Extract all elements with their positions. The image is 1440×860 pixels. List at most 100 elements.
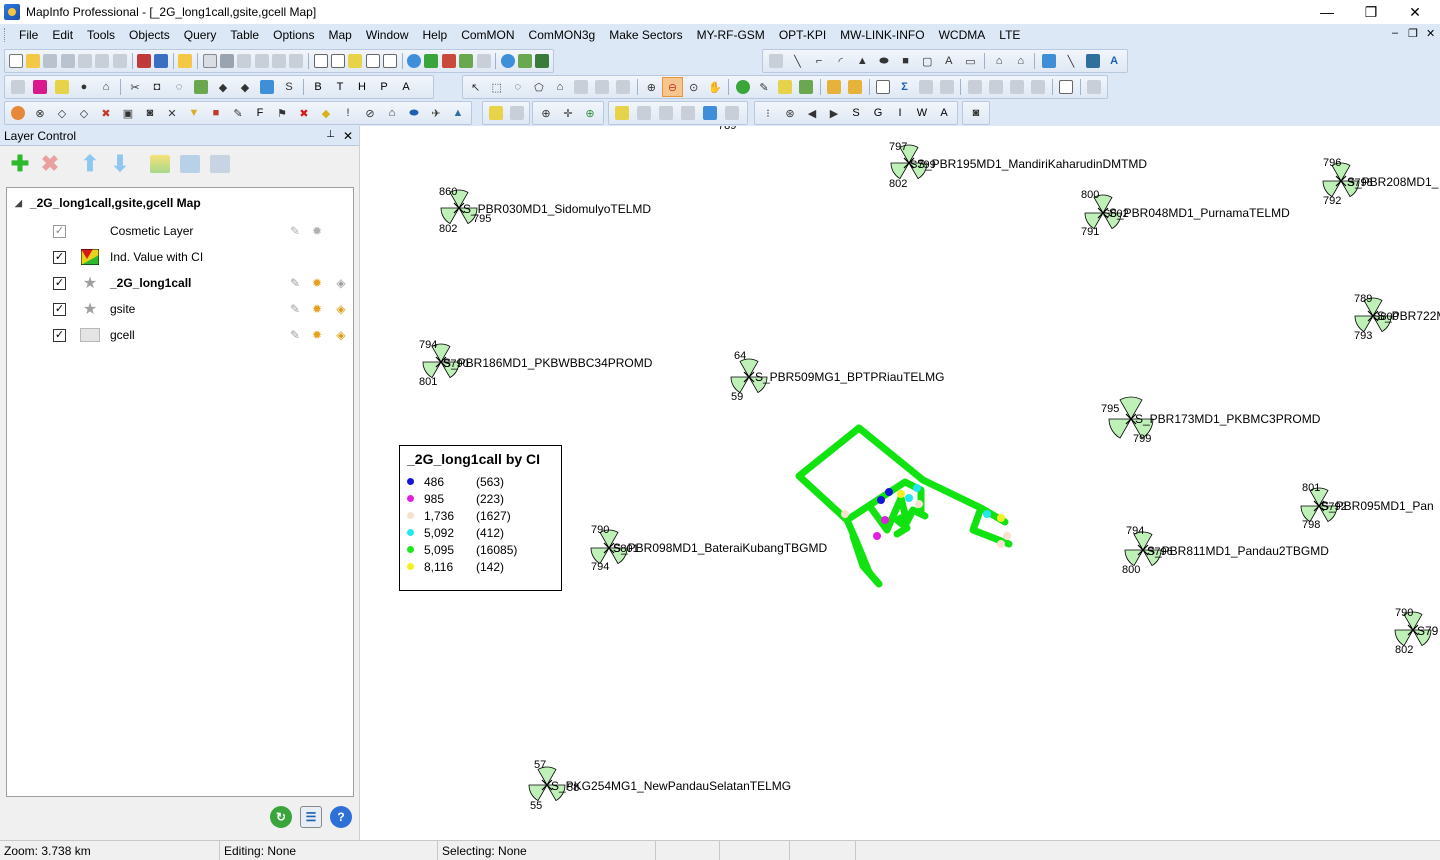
line-style-icon[interactable]: ╲ [1060, 51, 1082, 71]
dt-i-button[interactable]: I [889, 107, 911, 119]
polygon-select-icon[interactable]: ⬠ [528, 77, 549, 97]
disabled-tool-e-icon[interactable] [1084, 77, 1105, 97]
pin-icon[interactable]: ⊥ [326, 129, 335, 143]
table-tool-2-icon[interactable] [506, 103, 527, 123]
ellipse-tool-icon[interactable]: ⬬ [873, 51, 895, 71]
rf-tool-1-icon[interactable] [7, 103, 29, 123]
layer-row-ind-value[interactable]: ✓ Ind. Value with CI [53, 246, 353, 268]
add-layer-icon[interactable]: ✚ [8, 151, 32, 176]
rf-tool-5-icon[interactable]: ✖ [95, 103, 117, 123]
util-3-icon[interactable] [655, 103, 677, 123]
graph-icon[interactable] [458, 51, 475, 71]
play-forward-icon[interactable]: ▶ [823, 103, 845, 123]
find-disabled-icon[interactable] [111, 51, 128, 71]
label-tag-icon[interactable]: ◈ [333, 327, 349, 343]
drag-map-icon[interactable] [775, 77, 796, 97]
mdi-restore-button[interactable]: ❐ [1408, 27, 1418, 40]
message-icon[interactable] [516, 51, 533, 71]
map-root-node[interactable]: ◢ _2G_long1call,gsite,gcell Map [15, 196, 201, 210]
layer-visible-checkbox[interactable]: ✓ [53, 224, 66, 238]
print-preview-icon[interactable] [201, 51, 218, 71]
rectangle-tool-icon[interactable]: ■ [895, 51, 917, 71]
remove-layer-icon[interactable]: ✖ [38, 151, 62, 176]
world-icon[interactable]: ⊕ [579, 103, 601, 123]
tool-manager-icon[interactable] [423, 51, 440, 71]
disabled-tool-a-icon[interactable] [964, 77, 985, 97]
layer-row-gcell[interactable]: ✓ gcell ✎ ✹ ◈ [53, 324, 353, 346]
layer-visible-checkbox[interactable]: ✓ [53, 276, 66, 290]
frame-tool-icon[interactable]: ▭ [960, 51, 982, 71]
new-layout-icon[interactable] [364, 51, 381, 71]
status-selecting[interactable]: Selecting: None [438, 841, 656, 860]
tool-p-button[interactable]: P [373, 81, 395, 93]
tool-icon-9[interactable] [190, 77, 212, 97]
layer-options-icon[interactable] [208, 152, 232, 176]
new-icon[interactable] [7, 51, 24, 71]
arrow-left-icon[interactable]: ◆ [212, 77, 234, 97]
rf-tool-10-icon[interactable]: ■ [205, 103, 227, 123]
dt-2-icon[interactable]: ⊛ [779, 103, 801, 123]
save-all-icon[interactable] [59, 51, 76, 71]
notes-icon[interactable] [1056, 77, 1077, 97]
dt-s-button[interactable]: S [845, 107, 867, 119]
selectable-icon[interactable]: ✹ [309, 327, 325, 343]
save-disabled-icon[interactable] [42, 51, 59, 71]
dt-a-button[interactable]: A [933, 107, 955, 119]
editable-icon[interactable]: ✎ [287, 327, 303, 343]
menu-edit[interactable]: Edit [45, 24, 80, 46]
menu-my-rf-gsm[interactable]: MY-RF-GSM [690, 24, 772, 46]
map-window[interactable]: S_PBR030MD1_SidomulyoTELMD 860 795 802 S_PBR… [361, 126, 1440, 840]
selectable-icon[interactable]: ✹ [309, 275, 325, 291]
layer-control-icon[interactable] [824, 77, 845, 97]
layer-properties-icon[interactable] [148, 152, 172, 176]
menu-tools[interactable]: Tools [80, 24, 122, 46]
util-4-icon[interactable] [677, 103, 699, 123]
disabled-tool-icon[interactable] [475, 51, 492, 71]
tool-icon-13[interactable]: S [278, 77, 300, 97]
tool-b-button[interactable]: B [307, 81, 329, 93]
menu-lte[interactable]: LTE [992, 24, 1027, 46]
symbol-style-icon[interactable] [1038, 51, 1060, 71]
open-icon[interactable] [24, 51, 41, 71]
disabled-tool-d-icon[interactable] [1028, 77, 1049, 97]
copy-icon[interactable] [253, 51, 270, 71]
ruler-icon[interactable] [845, 77, 866, 97]
dt-g-button[interactable]: G [867, 107, 889, 119]
new-browser-icon[interactable] [312, 51, 329, 71]
graph-select-icon[interactable] [613, 77, 634, 97]
tool-a-button[interactable]: A [395, 81, 417, 93]
maximize-button[interactable]: ❐ [1348, 0, 1394, 24]
clip-region-icon[interactable] [915, 77, 936, 97]
new-redistricter-icon[interactable] [381, 51, 398, 71]
airplane-icon[interactable]: ✈ [425, 103, 447, 123]
tool-icon-8[interactable]: ◌ [168, 77, 190, 97]
rf-tool-15-icon[interactable]: ◆ [315, 103, 337, 123]
rf-f-button[interactable]: F [249, 107, 271, 119]
invert-select-icon[interactable] [592, 77, 613, 97]
legend-icon[interactable] [873, 77, 894, 97]
hotlink-icon[interactable] [796, 77, 817, 97]
line-tool-icon[interactable]: ╲ [787, 51, 809, 71]
label-tag-icon[interactable]: ◈ [333, 301, 349, 317]
help-icon[interactable] [405, 51, 422, 71]
table-tool-1-icon[interactable] [485, 103, 506, 123]
label-tag-icon[interactable]: ◈ [333, 275, 349, 291]
menu-map[interactable]: Map [321, 24, 358, 46]
paste-icon[interactable] [270, 51, 287, 71]
symbol-tool-icon[interactable] [765, 51, 787, 71]
layer-visible-checkbox[interactable]: ✓ [53, 328, 66, 342]
crosshair-icon[interactable]: ✛ [557, 103, 579, 123]
new-mapper-icon[interactable] [329, 51, 346, 71]
rounded-rect-tool-icon[interactable]: ▢ [916, 51, 938, 71]
zoom-in-icon[interactable]: ⊕ [641, 77, 662, 97]
save-icon[interactable] [135, 51, 152, 71]
util-6-icon[interactable] [721, 103, 743, 123]
save-copy-icon[interactable] [153, 51, 170, 71]
close-button[interactable]: ✕ [1392, 0, 1438, 24]
util-1-icon[interactable] [611, 103, 633, 123]
print-disabled-icon[interactable] [76, 51, 93, 71]
layer-row-cosmetic[interactable]: ✓ Cosmetic Layer ✎ ✹ [53, 220, 353, 242]
mdi-minimize-button[interactable]: – [1392, 27, 1398, 39]
rf-tool-18-icon[interactable]: ⌂ [381, 103, 403, 123]
play-back-icon[interactable]: ◀ [801, 103, 823, 123]
